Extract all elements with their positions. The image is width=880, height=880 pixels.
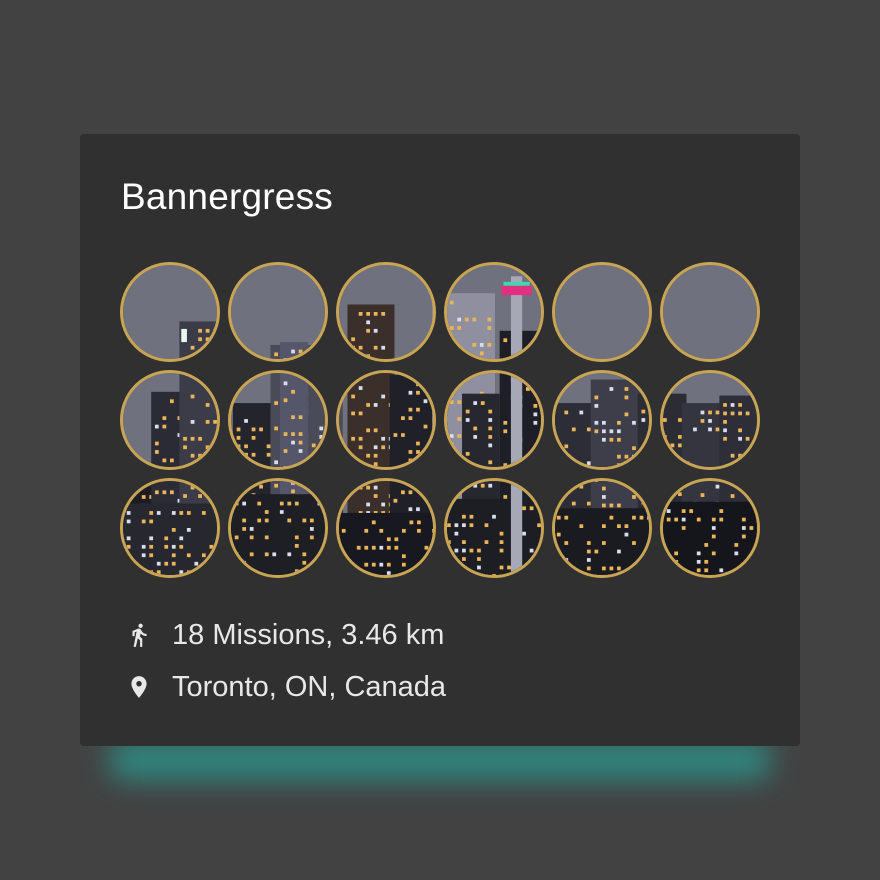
- mission-medal-image: [123, 481, 217, 575]
- mission-medal-image: [231, 373, 325, 467]
- walking-person-icon: [124, 617, 154, 653]
- mission-medal[interactable]: [120, 262, 220, 362]
- mission-medal[interactable]: [552, 478, 652, 578]
- mission-medal-image: [447, 481, 541, 575]
- mission-medal[interactable]: [336, 262, 436, 362]
- mission-medal[interactable]: [336, 370, 436, 470]
- mission-medal[interactable]: [552, 370, 652, 470]
- mission-medal-image: [555, 481, 649, 575]
- card-accent-glow: [110, 740, 770, 780]
- mission-medal-image: [231, 265, 325, 359]
- mission-medal[interactable]: [660, 478, 760, 578]
- mission-medal-image: [123, 373, 217, 467]
- location-info-row: Toronto, ON, Canada: [124, 667, 446, 707]
- mission-medal-image: [663, 265, 757, 359]
- mission-medal[interactable]: [120, 478, 220, 578]
- mission-medal[interactable]: [552, 262, 652, 362]
- mission-medal-image: [663, 481, 757, 575]
- mission-medal-image: [555, 265, 649, 359]
- mission-medal-image: [447, 265, 541, 359]
- banner-card-container[interactable]: Bannergress 18 Missions, 3.46 km Toronto…: [80, 134, 800, 780]
- mission-medal[interactable]: [228, 478, 328, 578]
- mission-medal[interactable]: [228, 262, 328, 362]
- map-pin-icon: [124, 669, 154, 705]
- mission-medal[interactable]: [444, 478, 544, 578]
- mission-medal-image: [339, 373, 433, 467]
- mission-medal[interactable]: [336, 478, 436, 578]
- mission-medal-image: [231, 481, 325, 575]
- mission-medal-image: [447, 373, 541, 467]
- mission-medal-image: [123, 265, 217, 359]
- mission-medal[interactable]: [444, 262, 544, 362]
- mission-medal[interactable]: [660, 262, 760, 362]
- mission-medal[interactable]: [660, 370, 760, 470]
- location-label: Toronto, ON, Canada: [172, 670, 447, 703]
- banner-title: Bannergress: [121, 176, 333, 217]
- banner-card[interactable]: Bannergress 18 Missions, 3.46 km Toronto…: [80, 134, 800, 746]
- mission-medal-image: [339, 265, 433, 359]
- mission-medal-image: [339, 481, 433, 575]
- mission-medal-image: [663, 373, 757, 467]
- missions-info-row: 18 Missions, 3.46 km: [124, 615, 444, 655]
- mission-medal-image: [555, 373, 649, 467]
- mission-medal-grid: [120, 262, 762, 578]
- mission-medal[interactable]: [444, 370, 544, 470]
- mission-medal[interactable]: [120, 370, 220, 470]
- missions-distance-label: 18 Missions, 3.46 km: [172, 618, 445, 651]
- mission-medal[interactable]: [228, 370, 328, 470]
